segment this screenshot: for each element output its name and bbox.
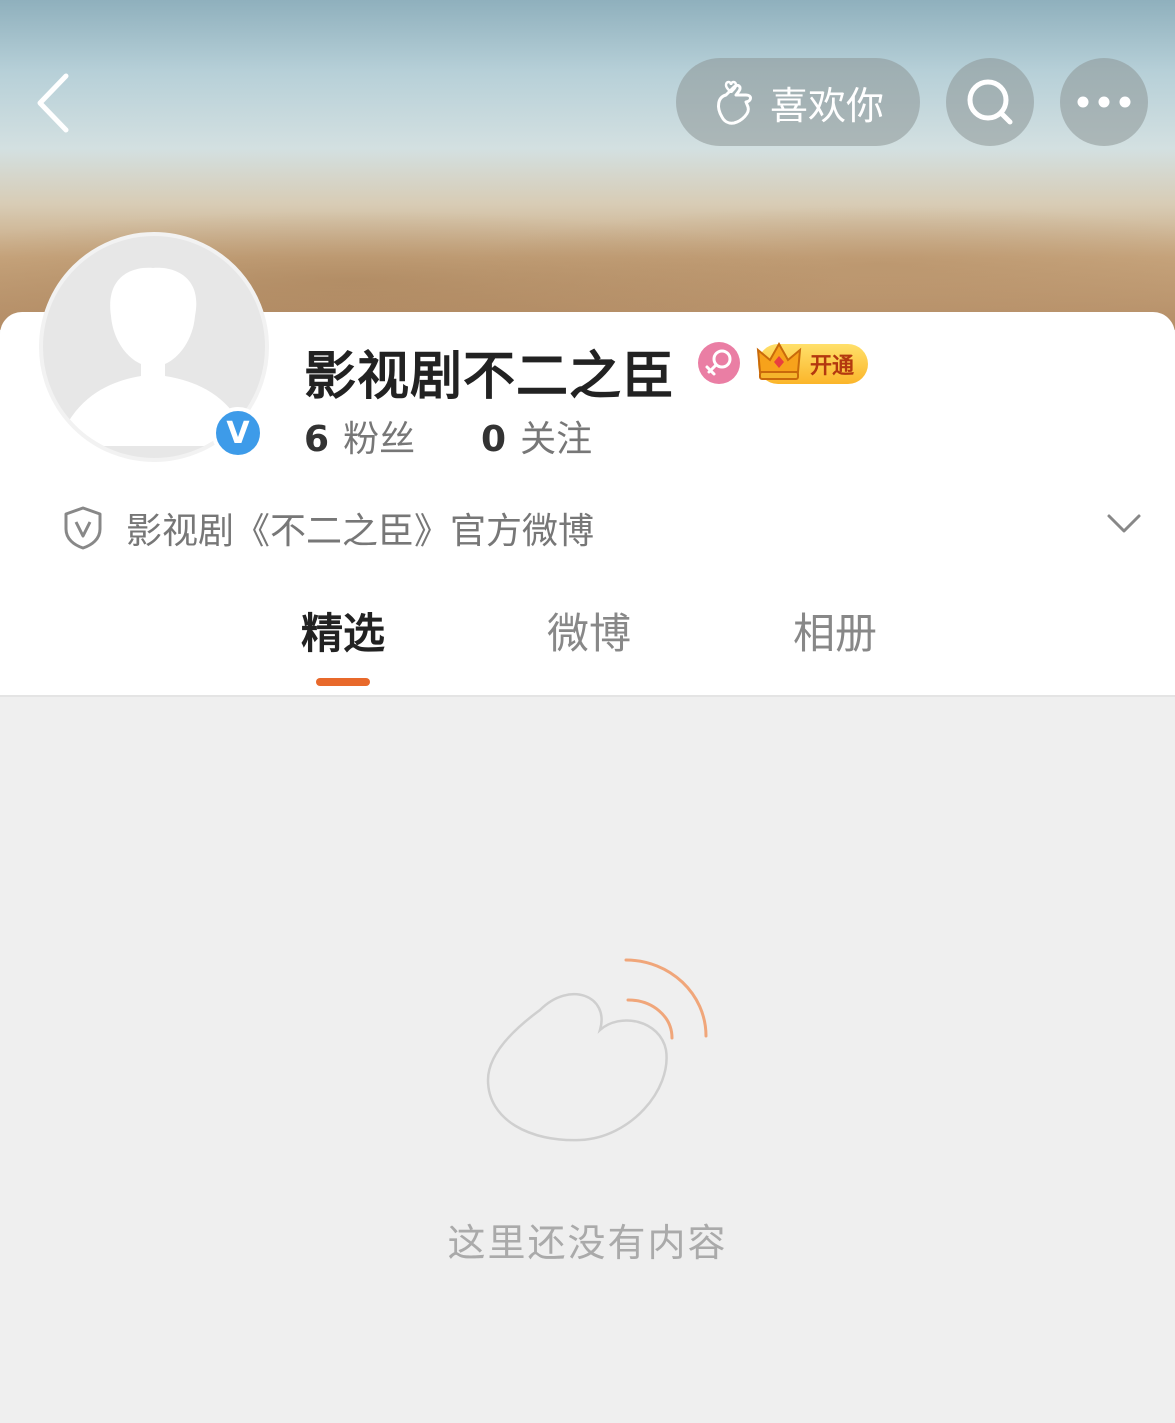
verification-text: 影视剧《不二之臣》官方微博: [126, 511, 595, 552]
female-icon: [698, 342, 740, 384]
profile-tabs: 精选 微博 相册: [0, 600, 1175, 696]
chevron-down-icon[interactable]: [1106, 512, 1142, 536]
fans-count: 6: [304, 419, 330, 460]
vip-open-badge[interactable]: 开通: [756, 341, 868, 384]
chevron-left-icon: [37, 73, 69, 133]
following-count: 0: [481, 419, 507, 460]
tab-featured[interactable]: 精选: [253, 600, 433, 661]
fans-stat[interactable]: 6 粉丝: [304, 410, 415, 462]
more-dots-icon: [1077, 96, 1131, 108]
fans-label: 粉丝: [343, 419, 416, 460]
tab-weibo[interactable]: 微博: [499, 600, 679, 661]
search-button[interactable]: [946, 58, 1034, 146]
verification-row[interactable]: 影视剧《不二之臣》官方微博: [62, 500, 1142, 556]
back-button[interactable]: [30, 70, 86, 136]
tab-album[interactable]: 相册: [745, 600, 925, 661]
shield-v-icon: [64, 506, 102, 550]
more-button[interactable]: [1060, 58, 1148, 146]
profile-name: 影视剧不二之臣: [304, 347, 676, 407]
hand-heart-icon: [717, 80, 752, 125]
like-you-button[interactable]: 喜欢你: [676, 58, 920, 146]
following-stat[interactable]: 0 关注: [481, 410, 592, 462]
like-you-label: 喜欢你: [769, 83, 884, 128]
crown-icon: [756, 341, 802, 380]
tabs-divider: [0, 695, 1175, 697]
empty-state-message: 这里还没有内容: [447, 1221, 728, 1265]
active-tab-indicator: [316, 678, 370, 686]
vip-open-label: 开通: [809, 354, 854, 379]
verified-badge: V: [212, 407, 264, 459]
following-label: 关注: [520, 419, 593, 460]
weibo-empty-icon: [486, 958, 708, 1142]
search-icon: [967, 79, 1013, 125]
